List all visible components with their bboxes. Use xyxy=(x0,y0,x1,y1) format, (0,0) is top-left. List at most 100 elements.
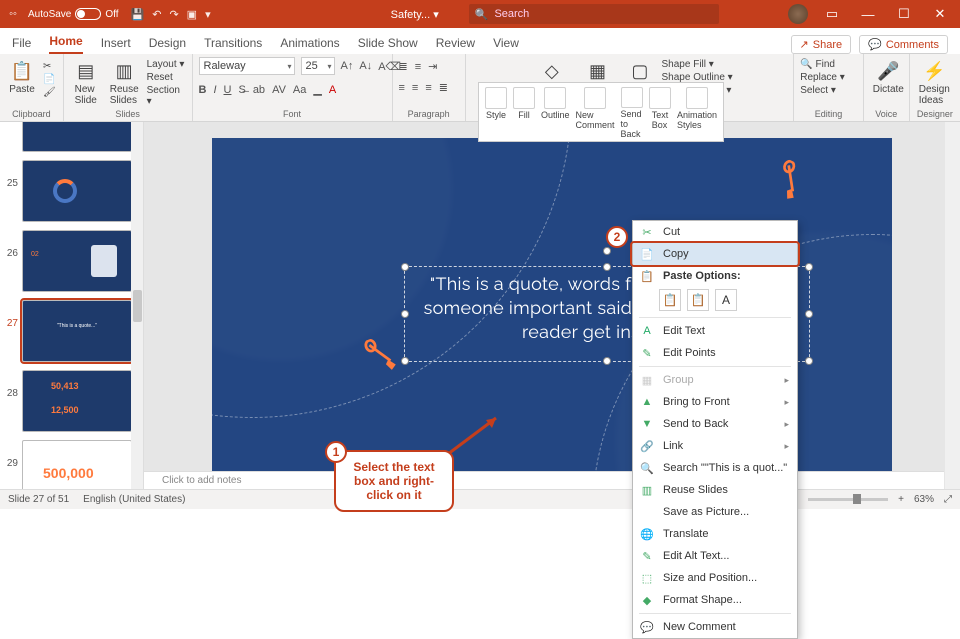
user-avatar[interactable] xyxy=(788,4,808,24)
mini-outline[interactable]: Outline xyxy=(541,87,570,139)
save-icon[interactable]: 💾 xyxy=(131,8,145,21)
align-left-icon[interactable]: ≡ xyxy=(399,82,405,94)
slideshow-icon[interactable]: ▣ xyxy=(187,8,197,21)
spacing-icon[interactable]: AV xyxy=(272,84,286,96)
document-name[interactable]: Safety... ▾ xyxy=(391,8,439,21)
underline-icon[interactable]: U xyxy=(224,84,232,96)
fit-window-icon[interactable]: ⤢ xyxy=(944,494,952,505)
ctx-alt-text[interactable]: ✎Edit Alt Text... xyxy=(633,545,797,567)
justify-icon[interactable]: ≣ xyxy=(439,81,448,94)
ctx-send-back[interactable]: ▼Send to Back▸ xyxy=(633,413,797,435)
highlight-icon[interactable]: ▁ xyxy=(313,83,321,96)
zoom-in-icon[interactable]: + xyxy=(898,494,904,505)
reset-button[interactable]: Reset xyxy=(147,72,186,83)
ctx-new-comment[interactable]: 💬New Comment xyxy=(633,616,797,638)
maximize-icon[interactable]: ☐ xyxy=(892,6,916,22)
close-icon[interactable]: ✕ xyxy=(928,6,952,22)
paste-option-keep[interactable]: 📋 xyxy=(687,289,709,311)
bullets-icon[interactable]: ≣ xyxy=(399,60,408,73)
thumbnail-28[interactable]: 28 50,413 12,500 xyxy=(4,370,139,432)
search-box[interactable]: 🔍 Search xyxy=(469,4,719,24)
shadow-icon[interactable]: ab xyxy=(253,84,265,96)
ctx-search[interactable]: 🔍Search ""This is a quot..." xyxy=(633,457,797,479)
increase-font-icon[interactable]: A↑ xyxy=(341,60,354,72)
new-slide-button[interactable]: ▤ New Slide xyxy=(70,57,102,108)
ribbon-options-icon[interactable]: ▭ xyxy=(820,6,844,22)
mini-text-box[interactable]: Text Box xyxy=(649,87,671,139)
dictate-button[interactable]: 🎤Dictate xyxy=(870,57,907,97)
thumbnail-26[interactable]: 26 02 xyxy=(4,230,139,292)
thumbnail-scrollbar[interactable] xyxy=(131,122,143,489)
resize-handle[interactable] xyxy=(401,263,409,271)
font-color-icon[interactable]: A xyxy=(329,84,336,96)
toggle-icon[interactable] xyxy=(75,8,101,20)
find-button[interactable]: 🔍 Find xyxy=(800,59,845,70)
paste-option-theme[interactable]: 📋 xyxy=(659,289,681,311)
italic-icon[interactable]: I xyxy=(213,84,216,96)
rotate-handle[interactable] xyxy=(603,247,611,255)
paste-option-text[interactable]: A xyxy=(715,289,737,311)
tab-insert[interactable]: Insert xyxy=(101,32,131,54)
numbering-icon[interactable]: ≡ xyxy=(415,61,421,73)
layout-button[interactable]: Layout ▾ xyxy=(147,59,186,70)
resize-handle[interactable] xyxy=(805,263,813,271)
autosave-toggle[interactable]: AutoSave Off xyxy=(28,8,119,20)
mini-new-comment[interactable]: New Comment xyxy=(576,87,615,139)
redo-icon[interactable]: ↷ xyxy=(169,8,178,21)
replace-button[interactable]: Replace ▾ xyxy=(800,72,845,83)
resize-handle[interactable] xyxy=(805,310,813,318)
ctx-cut[interactable]: ✂Cut xyxy=(633,221,797,243)
minimize-icon[interactable]: ― xyxy=(856,7,880,22)
design-ideas-button[interactable]: ⚡Design Ideas xyxy=(916,57,953,108)
ctx-link[interactable]: 🔗Link▸ xyxy=(633,435,797,457)
strike-icon[interactable]: S̶ xyxy=(238,84,245,96)
thumbnail-25[interactable]: 25 xyxy=(4,160,139,222)
undo-icon[interactable]: ↶ xyxy=(152,8,161,21)
select-button[interactable]: Select ▾ xyxy=(800,85,845,96)
slide-counter[interactable]: Slide 27 of 51 xyxy=(8,494,69,505)
tab-design[interactable]: Design xyxy=(149,32,186,54)
notes-placeholder[interactable]: Click to add notes xyxy=(144,471,944,489)
paste-button[interactable]: 📋 Paste xyxy=(6,57,38,97)
tab-review[interactable]: Review xyxy=(436,32,475,54)
tab-file[interactable]: File xyxy=(12,32,31,54)
ctx-reuse-slides[interactable]: ▥Reuse Slides xyxy=(633,479,797,501)
mini-anim-styles[interactable]: Animation Styles xyxy=(677,87,717,139)
resize-handle[interactable] xyxy=(603,357,611,365)
align-center-icon[interactable]: ≡ xyxy=(412,82,418,94)
ctx-bring-front[interactable]: ▲Bring to Front▸ xyxy=(633,391,797,413)
ctx-edit-text[interactable]: AEdit Text xyxy=(633,320,797,342)
resize-handle[interactable] xyxy=(401,357,409,365)
font-size-select[interactable]: 25 xyxy=(301,57,335,75)
tab-slideshow[interactable]: Slide Show xyxy=(358,32,418,54)
indent-icon[interactable]: ⇥ xyxy=(428,60,437,73)
zoom-slider[interactable] xyxy=(808,498,888,501)
comments-button[interactable]: 💬 Comments xyxy=(859,35,948,54)
reuse-slides-button[interactable]: ▥ Reuse Slides xyxy=(107,57,142,108)
font-family-select[interactable]: Raleway xyxy=(199,57,295,75)
case-icon[interactable]: Aa xyxy=(293,84,306,96)
ctx-save-picture[interactable]: Save as Picture... xyxy=(633,501,797,523)
mini-style[interactable]: Style xyxy=(485,87,507,139)
tab-home[interactable]: Home xyxy=(49,30,82,54)
editor-scrollbar[interactable] xyxy=(945,122,960,489)
copy-icon[interactable]: 📄 xyxy=(43,74,56,85)
resize-handle[interactable] xyxy=(805,357,813,365)
app-menu-icon[interactable]: ◦◦ xyxy=(4,5,22,23)
ctx-copy[interactable]: 📄Copy xyxy=(633,243,797,265)
language-status[interactable]: English (United States) xyxy=(83,494,185,505)
ctx-translate[interactable]: 🌐Translate xyxy=(633,523,797,545)
cut-icon[interactable]: ✂ xyxy=(43,61,56,72)
ctx-edit-points[interactable]: ✎Edit Points xyxy=(633,342,797,364)
shape-fill-button[interactable]: Shape Fill ▾ xyxy=(662,59,733,70)
qat-more-icon[interactable]: ▾ xyxy=(205,8,211,21)
ctx-format-shape[interactable]: ◆Format Shape... xyxy=(633,589,797,611)
thumbnail-29[interactable]: 29 500,000 xyxy=(4,440,139,489)
resize-handle[interactable] xyxy=(603,263,611,271)
mini-send-back[interactable]: Send to Back xyxy=(621,87,643,139)
thumbnail-24[interactable]: 123 xyxy=(4,122,139,152)
decrease-font-icon[interactable]: A↓ xyxy=(359,60,372,72)
align-right-icon[interactable]: ≡ xyxy=(425,82,431,94)
resize-handle[interactable] xyxy=(401,310,409,318)
share-button[interactable]: ↗ Share xyxy=(791,35,852,54)
